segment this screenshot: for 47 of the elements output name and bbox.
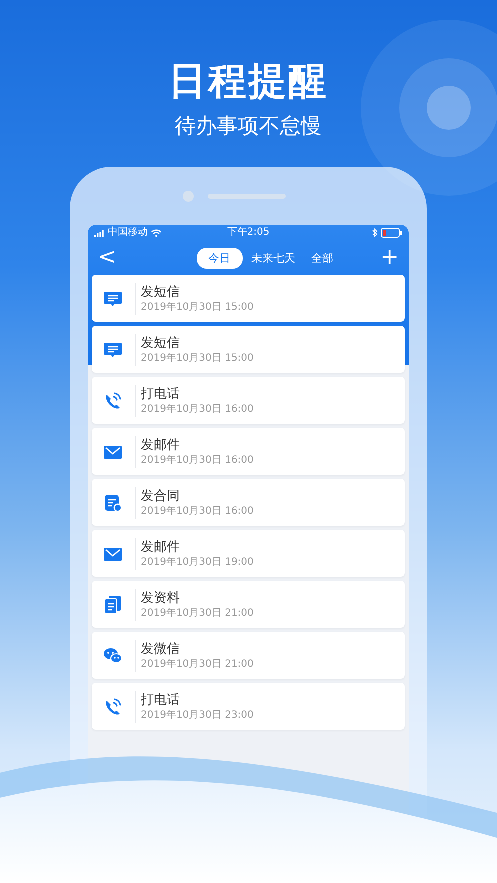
reminder-card[interactable]: 打电话 2019年10月30日 23:00 [92,683,405,730]
reminder-card[interactable]: 发邮件 2019年10月30日 19:00 [92,530,405,577]
reminder-time: 2019年10月30日 16:00 [141,454,254,466]
reminder-title: 发合同 [141,488,181,504]
reminder-time: 2019年10月30日 21:00 [141,658,254,670]
document-icon [103,492,123,512]
battery-icon [381,228,403,238]
documents-icon [103,594,123,614]
reminder-time: 2019年10月30日 15:00 [141,300,254,314]
bluetooth-icon [372,228,378,238]
reminder-title: 发短信 [141,284,181,300]
reminder-time: 2019年10月30日 15:00 [141,352,254,364]
wifi-icon [151,228,162,238]
chat-bubbles-icon [103,646,123,666]
reminder-title: 发邮件 [141,436,181,454]
reminder-title: 发微信 [141,640,181,658]
speaker-icon [208,194,286,198]
filter-tab[interactable]: 未来七天 [244,248,302,268]
reminder-time: 2019年10月30日 19:00 [141,556,254,568]
camera-icon [183,190,194,202]
reminder-card[interactable]: 打电话 2019年10月30日 16:00 [92,377,405,424]
reminder-title: 打电话 [141,386,181,402]
reminder-card[interactable]: 发合同 2019年10月30日 16:00 [92,479,405,526]
signal-icon [94,230,105,236]
reminder-card[interactable]: 发短信 2019年10月30日 15:00 [92,326,405,373]
reminder-title: 发邮件 [141,538,181,556]
back-button[interactable]: < [94,246,120,270]
status-time: 下午2:05 [227,227,270,239]
reminder-card[interactable]: 发微信 2019年10月30日 21:00 [92,632,405,679]
reminder-time: 2019年10月30日 16:00 [141,402,254,416]
reminder-time: 2019年10月30日 21:00 [141,606,254,620]
reminder-time: 2019年10月30日 16:00 [141,504,254,518]
carrier-name: 中国移动 [108,227,148,239]
phone-icon [103,696,123,716]
filter-tab[interactable]: 全部 [304,248,340,268]
reminder-title: 打电话 [141,692,181,708]
reminder-title: 发短信 [141,334,181,352]
reminder-card[interactable]: 发短信 2019年10月30日 15:00 [92,275,405,322]
reminder-card[interactable]: 发资料 2019年10月30日 21:00 [92,581,405,628]
filter-tab[interactable]: 今日 [196,248,242,268]
reminder-time: 2019年10月30日 23:00 [141,708,254,722]
add-button[interactable]: + [376,246,403,270]
reminder-card[interactable]: 发邮件 2019年10月30日 16:00 [92,428,405,475]
reminder-title: 发资料 [141,590,181,606]
subheadline: 待办事项不怠慢 [175,113,322,140]
phone-icon [103,390,123,410]
headline: 日程提醒 [168,58,328,104]
